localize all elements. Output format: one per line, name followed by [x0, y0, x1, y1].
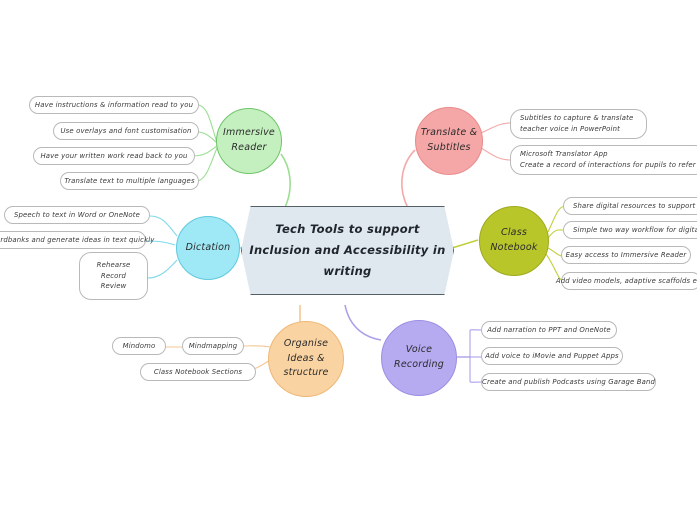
leaf-label: Have instructions & information read to …: [34, 100, 194, 109]
branch-label: structure: [283, 367, 329, 379]
leaf-node[interactable]: Share digital resources to support writi…: [563, 197, 697, 215]
central-topic[interactable]: Tech Tools to support Inclusion and Acce…: [241, 206, 454, 295]
leaf-label: teacher voice in PowerPoint: [520, 125, 620, 133]
leaf-label: Add narration to PPT and OneNote: [487, 325, 611, 334]
branch-organise-ideas[interactable]: Organise Ideas & structure: [268, 321, 344, 397]
branch-label: Ideas &: [287, 352, 325, 364]
leaf-label: Rehearse: [96, 260, 131, 269]
leaf-node[interactable]: Speech to text in Word or OneNote: [4, 206, 150, 224]
branch-label: Dictation: [185, 241, 231, 253]
branch-class-notebook[interactable]: Class Notebook: [479, 206, 549, 276]
branch-label: Class: [501, 227, 527, 239]
leaf-node[interactable]: Add narration to PPT and OneNote: [481, 321, 617, 339]
leaf-node[interactable]: Rehearse Record Review: [79, 252, 148, 300]
leaf-label: Add video models, adaptive scaffolds etc…: [555, 276, 697, 285]
leaf-label: Speech to text in Word or OneNote: [13, 210, 141, 219]
leaf-node[interactable]: Have your written work read back to you: [33, 147, 195, 165]
leaf-node[interactable]: Add voice to iMovie and Puppet Apps: [481, 347, 623, 365]
leaf-node[interactable]: Add video models, adaptive scaffolds etc…: [556, 272, 697, 290]
branch-label: Recording: [394, 359, 444, 370]
leaf-label: Translate text to multiple languages: [64, 176, 195, 185]
leaf-label: ordbanks and generate ideas in text quic…: [0, 235, 155, 244]
branch-label: Voice: [405, 344, 433, 356]
central-topic-line: writing: [323, 264, 372, 279]
branch-immersive-reader[interactable]: Immersive Reader: [216, 108, 282, 174]
leaf-label: Class Notebook Sections: [153, 367, 243, 376]
leaf-label: Review: [100, 282, 127, 291]
leaf-label: Add voice to iMovie and Puppet Apps: [485, 351, 619, 360]
leaf-label: Have your written work read back to you: [40, 151, 188, 160]
central-topic-line: Inclusion and Accessibility in: [249, 242, 446, 257]
branch-label: Reader: [231, 142, 267, 153]
leaf-label: Simple two way workflow for digital feed…: [573, 225, 697, 234]
leaf-label: Use overlays and font customisation: [60, 126, 192, 135]
leaf-label: Share digital resources to support writi…: [573, 201, 697, 210]
leaf-node[interactable]: Mindmapping: [182, 337, 244, 355]
leaf-label: Easy access to Immersive Reader: [565, 250, 687, 259]
branch-label: Organise: [283, 337, 329, 349]
leaf-label: Mindomo: [122, 341, 156, 350]
leaf-node[interactable]: Subtitles to capture & translate teacher…: [510, 109, 647, 139]
branch-label: Immersive: [223, 127, 275, 139]
leaf-label: Subtitles to capture & translate: [520, 114, 634, 123]
leaf-label: Create a record of interactions for pupi…: [520, 161, 697, 169]
branch-dictation[interactable]: Dictation: [176, 216, 240, 280]
leaf-node[interactable]: Create and publish Podcasts using Garage…: [481, 373, 656, 391]
leaf-node[interactable]: Mindomo: [112, 337, 166, 355]
leaf-node[interactable]: Translate text to multiple languages: [60, 172, 199, 190]
branch-translate-subtitles[interactable]: Translate & Subtitles: [415, 107, 483, 175]
leaf-node[interactable]: ordbanks and generate ideas in text quic…: [0, 231, 154, 249]
leaf-node[interactable]: Class Notebook Sections: [140, 363, 256, 381]
leaf-label: Record: [100, 271, 127, 280]
central-topic-line: Tech Tools to support: [275, 221, 420, 236]
branch-label: Notebook: [490, 242, 538, 253]
leaf-node[interactable]: Have instructions & information read to …: [29, 96, 199, 114]
leaf-node[interactable]: Use overlays and font customisation: [53, 122, 199, 140]
leaf-label: Mindmapping: [188, 341, 238, 350]
leaf-node[interactable]: Easy access to Immersive Reader: [561, 246, 691, 264]
branch-label: Subtitles: [427, 142, 471, 153]
leaf-label: Create and publish Podcasts using Garage…: [482, 377, 655, 386]
branch-label: Translate &: [420, 127, 478, 139]
leaf-node[interactable]: Microsoft Translator App Create a record…: [510, 145, 697, 175]
branch-voice-recording[interactable]: Voice Recording: [381, 320, 457, 396]
leaf-node[interactable]: Simple two way workflow for digital feed…: [563, 221, 697, 239]
mindmap-canvas: Tech Tools to support Inclusion and Acce…: [0, 0, 697, 520]
leaf-label: Microsoft Translator App: [520, 150, 608, 159]
